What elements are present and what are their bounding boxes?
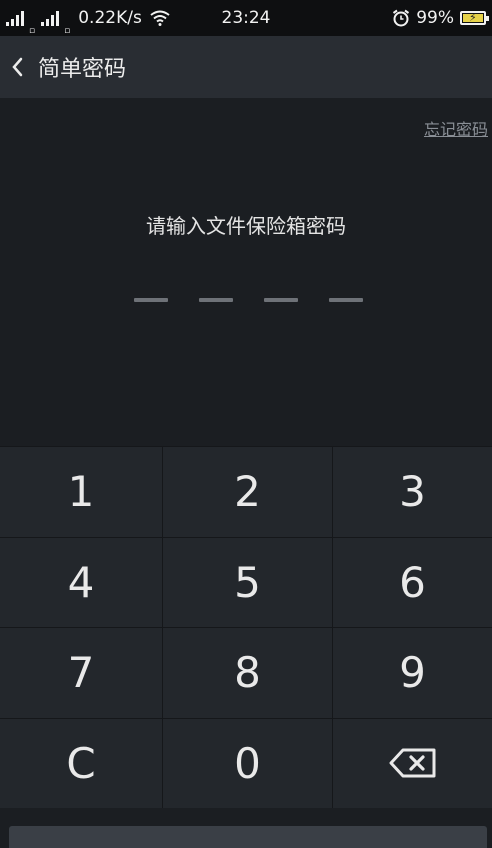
key-5[interactable]: 5 (163, 536, 333, 627)
battery-icon: ⚡ (460, 11, 489, 25)
back-button[interactable] (0, 36, 34, 98)
key-1[interactable]: 1 (0, 446, 163, 537)
key-6[interactable]: 6 (333, 536, 492, 628)
confirm-button[interactable] (9, 826, 487, 848)
backspace-key[interactable] (333, 717, 492, 809)
pin-slot (134, 298, 168, 302)
password-prompt: 请输入文件保险箱密码 (146, 214, 346, 238)
pin-slot (199, 298, 233, 302)
backspace-icon (389, 748, 435, 778)
password-entry-area: 忘记密码 请输入文件保险箱密码 (0, 98, 492, 446)
key-8[interactable]: 8 (163, 627, 333, 718)
alarm-icon (393, 9, 410, 27)
status-bar: ▫ ▫ 0.22K/s 23:24 99% ⚡ (0, 0, 492, 36)
status-right: 99% ⚡ (392, 0, 489, 36)
forgot-password-link[interactable]: 忘记密码 (424, 116, 488, 140)
numeric-keypad: 1 2 3 4 5 6 7 8 9 C 0 (0, 446, 492, 808)
bottom-bar (0, 808, 492, 848)
title-bar: 简单密码 (0, 36, 492, 98)
pin-slot (329, 298, 363, 302)
battery-percent: 99% (416, 8, 454, 28)
pin-indicator (134, 298, 363, 302)
key-4[interactable]: 4 (0, 536, 163, 627)
back-arrow-icon (12, 57, 23, 77)
key-3[interactable]: 3 (333, 446, 492, 537)
clear-key[interactable]: C (0, 717, 163, 808)
key-2[interactable]: 2 (163, 446, 333, 537)
key-0[interactable]: 0 (163, 717, 333, 808)
page-title: 简单密码 (38, 57, 127, 82)
key-9[interactable]: 9 (333, 627, 492, 718)
key-7[interactable]: 7 (0, 627, 163, 718)
pin-slot (264, 298, 298, 302)
